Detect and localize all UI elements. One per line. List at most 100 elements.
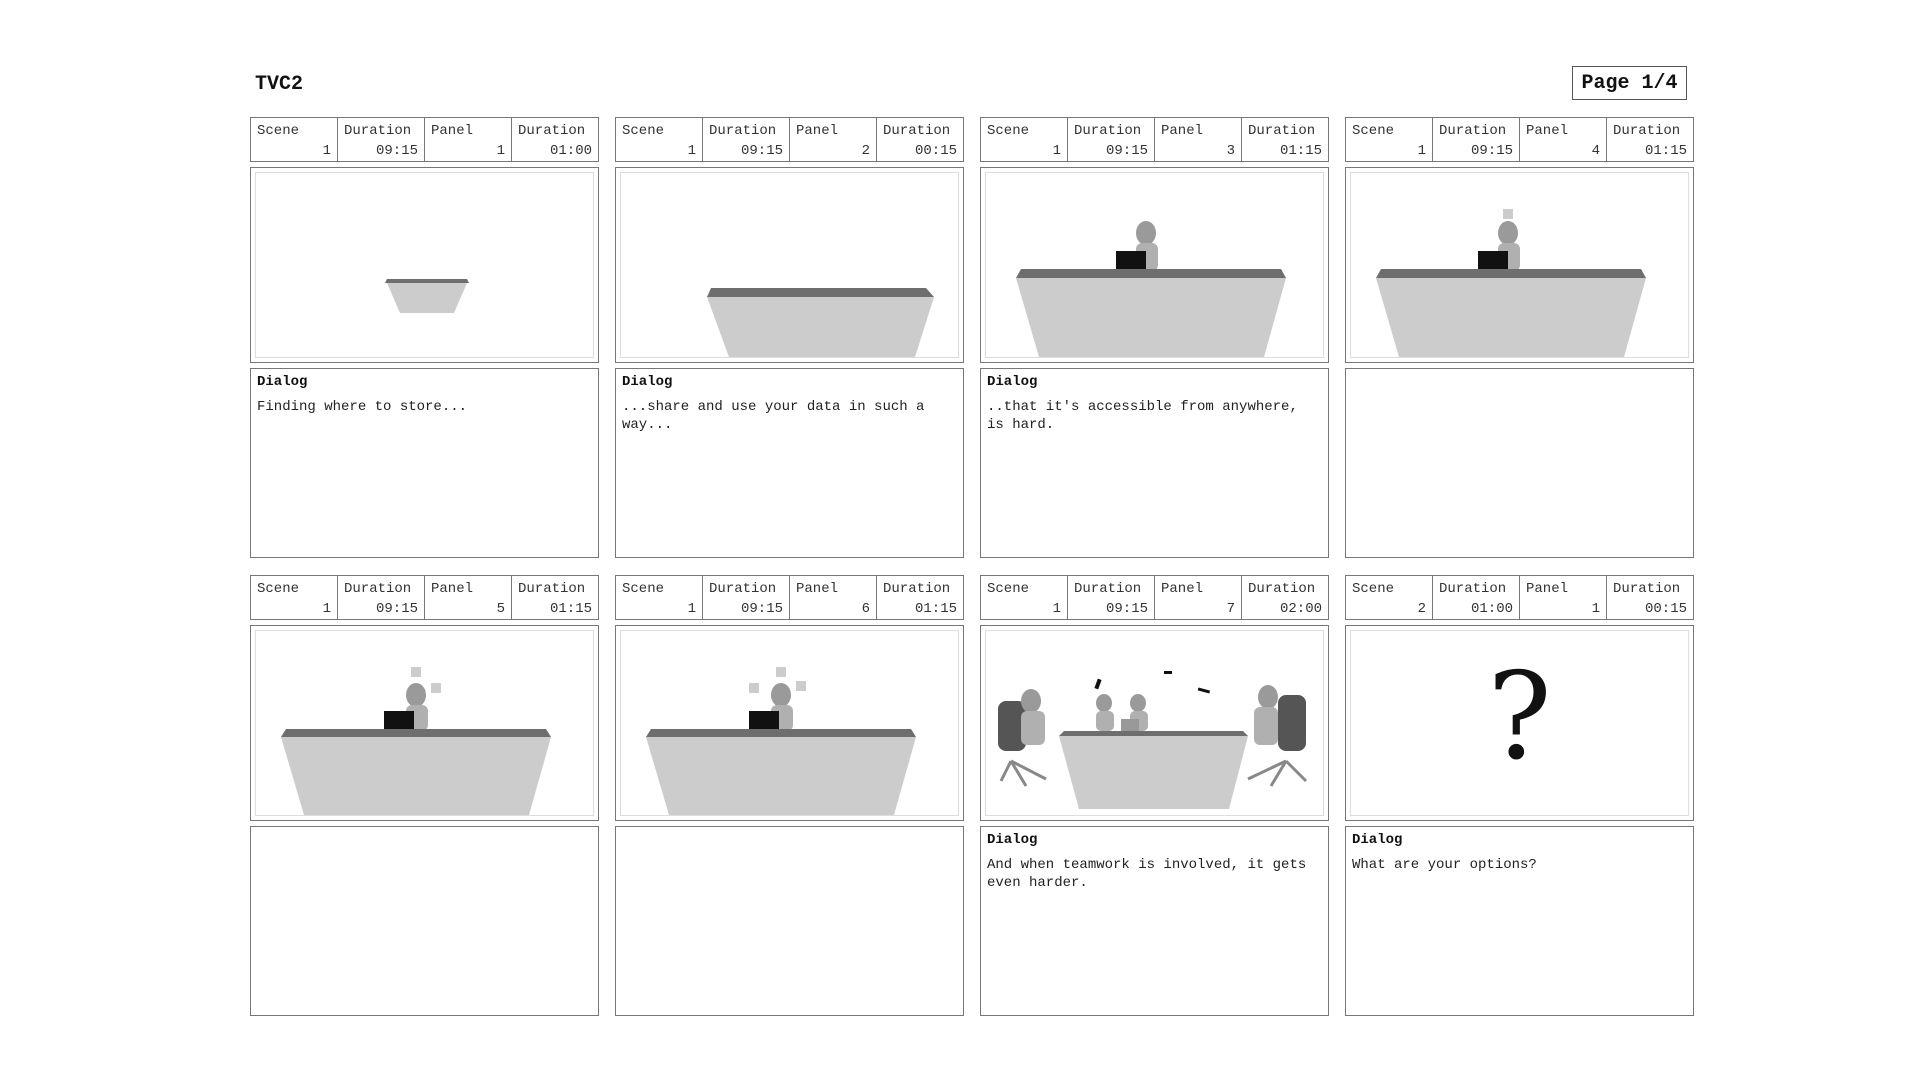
scene-duration-label: Duration [1439,123,1507,139]
dialog-text: And when teamwork is involved, it gets e… [987,857,1315,891]
scene-duration: 09:15 [1470,143,1513,159]
panel-duration-label: Duration [518,581,586,597]
panel-label: Panel [796,581,839,597]
storyboard-title: TVC2 [255,73,304,96]
dialog-box: Dialog Finding where to store... [250,368,599,558]
scene-number: 1 [687,601,696,617]
scene-duration-label: Duration [1439,581,1507,597]
dialog-label: Dialog [987,374,1038,390]
panel-duration-label: Duration [1248,123,1316,139]
storyboard-panel-2: Scene 1 Duration 09:15 Panel 2 Duration 00:1… [615,117,964,558]
panel-number: 6 [861,601,870,617]
panel-image-frame [250,625,599,821]
scene-duration-label: Duration [344,581,412,597]
panel-label: Panel [1526,581,1569,597]
panel-number: 5 [496,601,505,617]
dialog-text: ..that it's accessible from anywhere, is… [987,399,1307,433]
panel-label: Panel [796,123,839,139]
panel-image-frame [615,625,964,821]
panel-info-bar: Scene 1 Duration 09:15 Panel 1 Duration 01:0… [250,117,599,162]
scene-label: Scene [987,581,1030,597]
scene-number: 1 [322,143,331,159]
storyboard-panel-7: Scene 1 Duration 09:15 Panel 7 Duration 02:0… [980,575,1329,1016]
panel-image [255,630,594,816]
dialog-text: ...share and use your data in such a way… [622,399,933,433]
scene-duration: 09:15 [1105,601,1148,617]
scene-number: 1 [1052,601,1061,617]
panel-number: 4 [1591,143,1600,159]
person-at-desk-many-files-illustration [646,667,916,815]
dialog-box [250,826,599,1016]
dialog-box: Dialog ...share and use your data in suc… [615,368,964,558]
panel-duration: 01:15 [549,601,592,617]
dialog-box: Dialog And when teamwork is involved, it… [980,826,1329,1016]
panel-info-bar: Scene 1 Duration 09:15 Panel 3 Duration 01:1… [980,117,1329,162]
scene-duration: 09:15 [375,143,418,159]
scene-duration: 09:15 [1105,143,1148,159]
panel-label: Panel [431,123,474,139]
dialog-label: Dialog [1352,832,1403,848]
scene-label: Scene [622,581,665,597]
scene-label: Scene [987,123,1030,139]
storyboard-panel-8: Scene 2 Duration 01:00 Panel 1 Duration 00:1… [1345,575,1694,1016]
scene-number: 1 [1052,143,1061,159]
panel-image [620,630,959,816]
dialog-text: Finding where to store... [257,399,468,415]
panel-number: 1 [496,143,505,159]
scene-duration-label: Duration [344,123,412,139]
panel-image-frame [980,167,1329,363]
panel-info-bar: Scene 1 Duration 09:15 Panel 7 Duration 02:0… [980,575,1329,620]
dialog-label: Dialog [622,374,673,390]
storyboard-panel-6: Scene 1 Duration 09:15 Panel 6 Duration 01:1… [615,575,964,1016]
scene-number: 1 [687,143,696,159]
storyboard-panel-3: Scene 1 Duration 09:15 Panel 3 Duration 01:1… [980,117,1329,558]
dialog-box: Dialog What are your options? [1345,826,1694,1016]
panel-duration-label: Duration [1613,581,1681,597]
panel-image [255,172,594,358]
panel-duration-label: Duration [1248,581,1316,597]
panel-image [1350,172,1689,358]
panel-info-bar: Scene 1 Duration 09:15 Panel 4 Duration 01:1… [1345,117,1694,162]
scene-label: Scene [622,123,665,139]
scene-duration-label: Duration [1074,123,1142,139]
scene-duration: 01:00 [1470,601,1513,617]
scene-duration-label: Duration [709,123,777,139]
storyboard-panel-1: Scene 1 Duration 09:15 Panel 1 Duration 01:0… [250,117,599,558]
panel-duration: 01:00 [549,143,592,159]
dialog-label: Dialog [257,374,308,390]
scene-label: Scene [257,123,300,139]
person-at-desk-file-illustration [1376,209,1646,357]
team-meeting-illustration [998,671,1308,809]
panel-duration: 00:15 [914,143,957,159]
panel-duration-label: Duration [883,581,951,597]
scene-duration: 09:15 [740,143,783,159]
scene-label: Scene [1352,581,1395,597]
scene-number: 1 [1417,143,1426,159]
scene-duration: 09:15 [375,601,418,617]
dialog-label: Dialog [987,832,1038,848]
panel-number: 3 [1226,143,1235,159]
panel-number: 7 [1226,601,1235,617]
panel-image-frame [615,167,964,363]
person-at-desk-files-illustration [281,667,551,815]
scene-duration: 09:15 [740,601,783,617]
panel-image: ? [1350,630,1689,816]
dialog-box [615,826,964,1016]
panel-label: Panel [1161,581,1204,597]
panel-duration: 01:15 [914,601,957,617]
panel-duration: 02:00 [1279,601,1322,617]
dialog-text: What are your options? [1352,857,1537,873]
panel-duration-label: Duration [883,123,951,139]
panel-info-bar: Scene 1 Duration 09:15 Panel 5 Duration 01:1… [250,575,599,620]
panel-label: Panel [431,581,474,597]
panel-info-bar: Scene 2 Duration 01:00 Panel 1 Duration 00:1… [1345,575,1694,620]
panel-info-bar: Scene 1 Duration 09:15 Panel 6 Duration 01:1… [615,575,964,620]
panel-duration-label: Duration [1613,123,1681,139]
scene-label: Scene [1352,123,1395,139]
storyboard-panel-4: Scene 1 Duration 09:15 Panel 4 Duration 01:1… [1345,117,1694,558]
panel-image [985,172,1324,358]
panel-image-frame [250,167,599,363]
scene-label: Scene [257,581,300,597]
scene-number: 2 [1417,601,1426,617]
table-approach-illustration [707,288,934,357]
